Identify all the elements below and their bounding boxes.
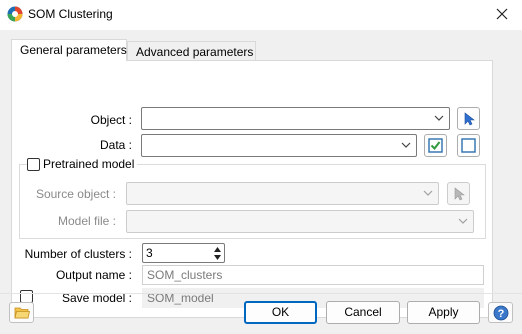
ok-button[interactable]: OK: [244, 301, 317, 324]
bottom-separator: [0, 293, 522, 294]
apply-button[interactable]: Apply: [407, 301, 480, 324]
number-of-clusters-spinner[interactable]: 3: [142, 243, 225, 263]
model-file-combo[interactable]: [126, 210, 474, 233]
deselect-all-button[interactable]: [457, 134, 480, 157]
source-object-label: Source object :: [35, 187, 116, 201]
data-combo[interactable]: [141, 134, 417, 157]
number-of-clusters-value: 3: [146, 246, 153, 260]
svg-text:?: ?: [497, 308, 504, 320]
tab-general-parameters[interactable]: General parameters: [11, 39, 127, 61]
object-label: Object :: [90, 113, 132, 127]
spinner-buttons: [211, 245, 223, 261]
cursor-pick-icon: [464, 111, 475, 125]
chevron-down-icon: [401, 142, 411, 148]
arrow-up-icon: [213, 246, 221, 252]
chevron-down-icon: [434, 115, 444, 121]
help-icon: ?: [493, 305, 508, 320]
title-bar: SOM Clustering: [0, 0, 522, 30]
output-name-label: Output name :: [55, 268, 132, 282]
empty-box-icon: [461, 138, 476, 153]
model-file-label: Model file :: [57, 214, 116, 228]
object-combo[interactable]: [141, 107, 450, 130]
select-all-button[interactable]: [424, 134, 447, 157]
output-name-input[interactable]: SOM_clusters: [142, 265, 484, 285]
pick-object-button[interactable]: [457, 107, 480, 130]
pick-source-object-button[interactable]: [447, 182, 470, 205]
pretrained-model-label: Pretrained model: [43, 157, 135, 171]
close-button[interactable]: [490, 4, 514, 24]
dialog-client: General parameters Advanced parameters O…: [0, 30, 522, 334]
close-icon: [496, 8, 508, 20]
general-parameters-panel: Object : Data : Pretrained model Source …: [11, 60, 493, 318]
checkbox-select-icon: [428, 138, 443, 153]
spin-down-button[interactable]: [211, 253, 223, 261]
spin-up-button[interactable]: [211, 245, 223, 253]
folder-icon: [13, 307, 30, 319]
arrow-down-icon: [213, 254, 221, 260]
chevron-down-icon: [458, 218, 468, 224]
pretrained-model-legend: Pretrained model: [27, 157, 138, 171]
statistica-icon: [7, 6, 23, 22]
chevron-down-icon: [423, 190, 433, 196]
number-of-clusters-label: Number of clusters :: [24, 247, 132, 261]
cancel-button[interactable]: Cancel: [326, 301, 400, 324]
data-label: Data :: [99, 138, 132, 152]
open-folder-button[interactable]: [9, 302, 34, 323]
cursor-pick-icon: [454, 186, 465, 200]
tab-advanced-parameters[interactable]: Advanced parameters: [127, 41, 256, 62]
source-object-combo[interactable]: [126, 182, 439, 205]
window-title: SOM Clustering: [28, 7, 113, 21]
pretrained-model-checkbox[interactable]: [27, 157, 40, 171]
help-button[interactable]: ?: [488, 302, 513, 323]
